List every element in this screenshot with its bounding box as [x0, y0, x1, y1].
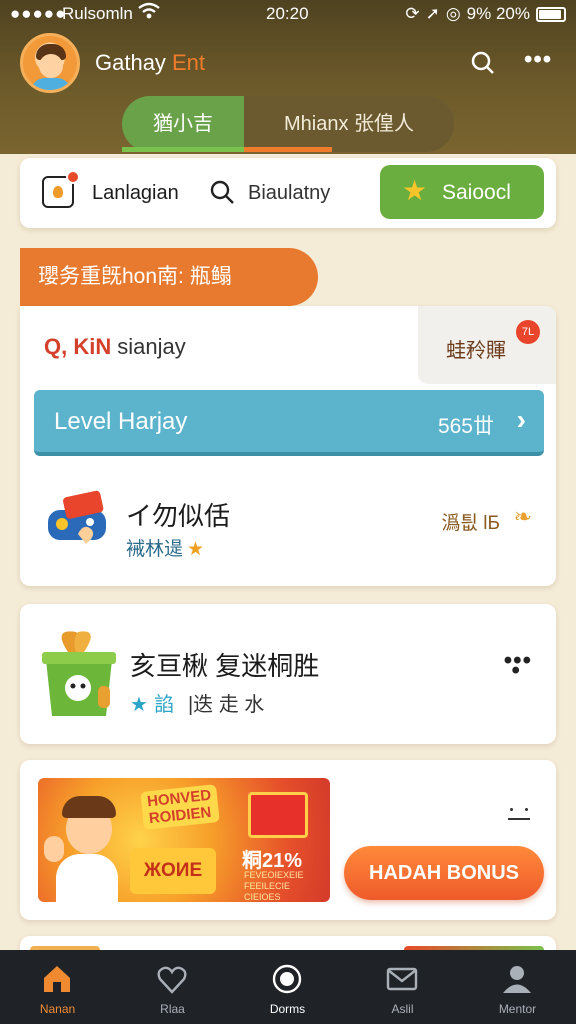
- game-card-title: 亥亘楸 复迷桐胜: [130, 651, 320, 681]
- location-icon: ➚: [425, 4, 440, 23]
- promo-percent: 粡21%: [242, 850, 303, 872]
- level-bar[interactable]: Level Harjay 565丗 ›: [34, 390, 544, 456]
- school-button[interactable]: ★ Saioocl: [380, 165, 544, 219]
- status-bar: ●●●●● Rulsomln 20:20 ⟳ ➚ ◎ 9% 20%: [0, 0, 576, 28]
- kin-row: Q, KiN sianjay: [44, 334, 186, 360]
- toolbar-card: Lanlagian Biaulatny ★ Saioocl: [20, 158, 556, 228]
- person-icon: [503, 966, 531, 993]
- nav-dorms-label: Dorms: [269, 1002, 306, 1016]
- promo-sign: HONVED ROIDIEN: [140, 784, 220, 830]
- mail-icon: [386, 967, 418, 991]
- options-icon[interactable]: [508, 808, 530, 820]
- corner-label: 蛙矝賱: [446, 340, 506, 362]
- tab-secondary-label: Mhianx 张偟人: [283, 113, 415, 135]
- carrier-name: Rulsomln: [62, 4, 133, 23]
- tab-primary[interactable]: 猶小吉: [122, 96, 244, 152]
- heart-icon: [157, 966, 187, 994]
- app-header: ●●●●● Rulsomln 20:20 ⟳ ➚ ◎ 9% 20% Gathay…: [0, 0, 576, 154]
- battery-icon: [536, 6, 566, 22]
- corner-button[interactable]: 蛙矝賱 7L: [418, 306, 556, 384]
- nav-profile[interactable]: Mentor: [460, 950, 575, 1024]
- more-options-icon[interactable]: •••: [524, 48, 554, 76]
- gift-stack-icon: [248, 792, 308, 838]
- game-card[interactable]: 亥亘楸 复迷桐胜 ★ 諂 |迭 走 水 ••• •: [20, 604, 556, 744]
- bottom-nav: Nanan Rlaa Dorms Aslil Mentor: [0, 950, 576, 1024]
- nav-favorites[interactable]: Rlaa: [115, 950, 230, 1024]
- home-icon: [44, 966, 70, 992]
- game-subtitle-text: 裓林遈: [126, 539, 184, 560]
- game-card-subtitle: ★ 諂 |迭 走 水: [130, 688, 264, 717]
- app-title-main: Gathay: [95, 50, 166, 75]
- sync-icon: ⟳: [405, 4, 420, 23]
- clock: 20:20: [266, 4, 309, 23]
- kin-prefix: Q, KiN: [44, 334, 112, 359]
- tab-secondary[interactable]: Mhianx 张偟人: [244, 96, 454, 152]
- status-right: ⟳ ➚ ◎ 9% 20%: [405, 4, 566, 24]
- toolbar-item-2[interactable]: Biaulatny: [248, 182, 330, 205]
- star-icon: ★: [130, 694, 148, 716]
- chevron-right-icon: ›: [516, 404, 526, 435]
- level-value: 565丗: [437, 415, 494, 438]
- leaf-icon: ❧: [513, 504, 532, 529]
- gift-box-icon: [38, 626, 120, 720]
- star-icon: ★: [187, 539, 205, 560]
- promo-card: HONVED ROIDIEN ЖOИЕ 粡21% FEVEOIEXEIE FEE…: [20, 760, 556, 920]
- tab-underline: [244, 147, 332, 152]
- wifi-icon: [138, 2, 160, 25]
- kin-text: sianjay: [117, 334, 186, 359]
- nav-favorites-label: Rlaa: [160, 1002, 185, 1016]
- nav-profile-label: Mentor: [498, 1002, 537, 1016]
- alarm-icon: ◎: [445, 4, 461, 23]
- app-title-accent: Ent: [171, 50, 205, 75]
- game-controller-icon: [42, 484, 114, 556]
- star-icon: ★: [402, 175, 428, 206]
- toolbar-item-1[interactable]: Lanlagian: [92, 182, 179, 205]
- search-icon[interactable]: [470, 50, 496, 76]
- search-icon[interactable]: [208, 178, 236, 206]
- game-card-subtitle-a: 諂: [153, 694, 174, 716]
- bonus-button[interactable]: HADAH BONUS: [344, 846, 544, 900]
- nav-dorms[interactable]: Dorms: [230, 950, 345, 1024]
- level-label: Level Harjay: [54, 408, 188, 435]
- game-title[interactable]: イ勿似佸: [126, 496, 230, 533]
- battery-percent: 9% 20%: [466, 4, 530, 23]
- signal-strength: ●●●●●: [10, 4, 67, 23]
- promo-banner-image[interactable]: HONVED ROIDIEN ЖOИЕ 粡21% FEVEOIEXEIE FEE…: [38, 778, 330, 902]
- main-card: Q, KiN sianjay 蛙矝賱 7L Level Harjay 565丗 ›…: [20, 306, 556, 586]
- nav-mail-label: Aslil: [391, 1002, 414, 1016]
- nav-mail[interactable]: Aslil: [345, 950, 460, 1024]
- tab-bar: 猶小吉 Mhianx 张偟人: [122, 96, 454, 152]
- game-subtitle: 裓林遈 ★: [126, 534, 204, 561]
- notification-dot: [66, 170, 80, 184]
- promo-bag-text: ЖOИЕ: [130, 848, 216, 894]
- avatar[interactable]: [20, 33, 80, 93]
- bag-icon[interactable]: [42, 170, 80, 208]
- game-right-label: 潙틦 lБ: [441, 513, 500, 534]
- corner-badge: 7L: [516, 320, 540, 344]
- nav-home-label: Nanan: [39, 1002, 76, 1016]
- record-icon: [272, 964, 302, 994]
- promo-fine-print: FEVEOIEXEIE FEEILECIE CIEIOES: [244, 870, 304, 902]
- game-card-subtitle-b: |迭 走 水: [187, 694, 265, 716]
- more-dots-icon[interactable]: ••• •: [504, 649, 532, 683]
- app-title: Gathay Ent: [95, 50, 205, 76]
- section-banner: 瓔务重旣hon南: 瓶鳎: [20, 248, 318, 306]
- school-button-label: Saioocl: [442, 181, 511, 204]
- nav-home[interactable]: Nanan: [0, 950, 115, 1024]
